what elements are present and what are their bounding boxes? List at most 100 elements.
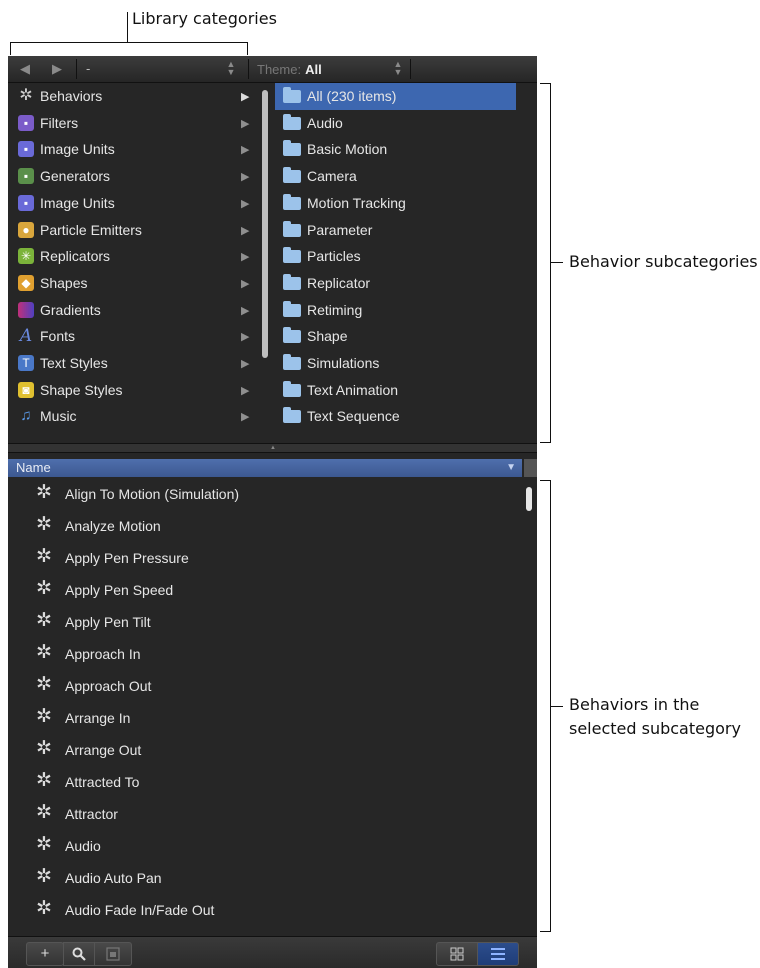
behaviors-list-tick — [551, 706, 563, 707]
gear-icon: ✲ — [36, 738, 52, 759]
behavior-subcategories-callout: Behavior subcategories — [569, 252, 758, 271]
folder-icon — [283, 193, 301, 210]
pane-divider[interactable]: ▲ — [8, 443, 537, 453]
behavior-list-item[interactable]: ✲ Arrange Out — [8, 734, 522, 766]
category-item[interactable]: T Text Styles ▶ — [8, 350, 270, 377]
category-item[interactable]: ♫ Music ▶ — [8, 403, 270, 430]
behavior-list-item[interactable]: ✲ Approach Out — [8, 670, 522, 702]
category-item[interactable]: ◆ Shapes ▶ — [8, 270, 270, 297]
behavior-list-scrollbar[interactable] — [526, 487, 532, 511]
category-scrollbar[interactable] — [262, 90, 268, 358]
apply-theme-button[interactable] — [94, 942, 132, 966]
behavior-list-item[interactable]: ✲ Audio Fade In/Fade Out — [8, 894, 522, 926]
behavior-list-item[interactable]: ✲ Approach In — [8, 638, 522, 670]
category-item[interactable]: ✲ Behaviors ▶ — [8, 83, 270, 110]
generators-icon: ▪ — [18, 168, 34, 185]
behaviors-list-callout-line2: selected subcategory — [569, 719, 741, 738]
music-note-icon: ♫ — [20, 407, 32, 425]
behavior-label: Audio Auto Pan — [65, 870, 162, 886]
subcategory-item[interactable]: Parameter — [275, 217, 516, 244]
disclosure-arrow-icon: ▶ — [241, 411, 250, 424]
category-label: Image Units — [40, 194, 115, 211]
gear-icon: ✲ — [36, 674, 52, 695]
subcategory-label: Text Sequence — [307, 408, 400, 425]
subcategory-label: All (230 items) — [307, 88, 397, 104]
disclosure-arrow-icon: ▶ — [241, 117, 250, 130]
search-button[interactable] — [63, 942, 95, 966]
behavior-list-item[interactable]: ✲ Apply Pen Speed — [8, 574, 522, 606]
grid-icon — [450, 947, 464, 961]
category-label: Text Styles — [40, 355, 108, 371]
gear-icon: ✲ — [36, 482, 52, 503]
forward-arrow-icon[interactable]: ▶ — [52, 62, 62, 76]
subcategory-item[interactable]: Camera — [275, 163, 516, 190]
behavior-list-item[interactable]: ✲ Attractor — [8, 798, 522, 830]
path-stepper-icon[interactable]: ▲ ▼ — [226, 60, 236, 77]
list-view-button[interactable] — [477, 942, 519, 966]
add-button[interactable]: + — [26, 942, 64, 966]
behavior-label: Audio — [65, 838, 101, 854]
disclosure-arrow-icon: ▶ — [241, 384, 250, 397]
subcategory-item[interactable]: Retiming — [275, 297, 516, 324]
behavior-list-item[interactable]: ✲ Analyze Motion — [8, 510, 522, 542]
category-label: Filters — [40, 114, 79, 131]
gradient-icon — [18, 301, 34, 318]
library-categories-pointer — [127, 12, 128, 42]
behavior-list-item[interactable]: ✲ Audio Auto Pan — [8, 862, 522, 894]
category-item[interactable]: ▪ Generators ▶ — [8, 163, 270, 190]
category-item[interactable]: ▪ Filters ▶ — [8, 110, 270, 137]
text-style-icon: T — [18, 355, 34, 371]
behavior-label: Audio Fade In/Fade Out — [65, 902, 215, 918]
sort-down-icon[interactable]: ▼ — [506, 462, 516, 473]
theme-popup[interactable]: Theme: All — [257, 62, 322, 77]
subcategory-item[interactable]: Basic Motion — [275, 136, 516, 163]
category-item[interactable]: Gradients ▶ — [8, 297, 270, 324]
behavior-label: Approach In — [65, 646, 141, 662]
category-item[interactable]: ◙ Shape Styles ▶ — [8, 377, 270, 404]
behavior-list-item[interactable]: ✲ Arrange In — [8, 702, 522, 734]
behavior-label: Analyze Motion — [65, 518, 161, 534]
category-item[interactable]: ✳ Replicators ▶ — [8, 243, 270, 270]
subcategory-item[interactable]: Shape — [275, 323, 516, 350]
theme-value: All — [305, 62, 322, 77]
library-toolbar: ◀ ▶ - ▲ ▼ Theme: All ▲ ▼ — [8, 56, 537, 83]
divider-grip-icon[interactable]: ▲ — [270, 445, 276, 451]
behavior-label: Apply Pen Tilt — [65, 614, 151, 630]
folder-icon — [283, 140, 301, 157]
subcategory-item[interactable]: Text Sequence — [275, 403, 516, 430]
category-item[interactable]: A Fonts ▶ — [8, 323, 270, 350]
subcategory-item[interactable]: All (230 items) — [275, 83, 516, 110]
behavior-list-item[interactable]: ✲ Apply Pen Tilt — [8, 606, 522, 638]
subcategory-item[interactable]: Audio — [275, 110, 516, 137]
icon-view-button[interactable] — [436, 942, 478, 966]
subcategory-item[interactable]: Replicator — [275, 270, 516, 297]
behavior-list-item[interactable]: ✲ Apply Pen Pressure — [8, 542, 522, 574]
category-label: Image Units — [40, 141, 115, 158]
behavior-label: Apply Pen Speed — [65, 582, 174, 598]
gear-icon: ✲ — [36, 866, 52, 887]
theme-label: Theme: — [257, 62, 302, 77]
behavior-list-item[interactable]: ✲ Audio — [8, 830, 522, 862]
back-arrow-icon[interactable]: ◀ — [20, 62, 30, 76]
behavior-list-item[interactable]: ✲ Attracted To — [8, 766, 522, 798]
gear-icon: ✲ — [36, 514, 52, 535]
category-label: Music — [40, 408, 77, 425]
category-item[interactable]: ▪ Image Units ▶ — [8, 190, 270, 217]
theme-stepper-icon[interactable]: ▲ ▼ — [393, 60, 403, 77]
folder-icon — [283, 327, 301, 344]
subcategory-item[interactable]: Simulations — [275, 350, 516, 377]
subcategory-item[interactable]: Text Animation — [275, 377, 516, 404]
category-item[interactable]: ● Particle Emitters ▶ — [8, 217, 270, 244]
subcategory-item[interactable]: Motion Tracking — [275, 190, 516, 217]
name-column-header[interactable]: Name ▼ — [8, 459, 522, 477]
path-popup-value[interactable]: - — [86, 61, 90, 76]
subcategory-label: Basic Motion — [307, 141, 388, 158]
subcategory-item[interactable]: Particles — [275, 243, 516, 270]
category-item[interactable]: ▪ Image Units ▶ — [8, 136, 270, 163]
behavior-list-item[interactable]: ✲ Align To Motion (Simulation) — [8, 478, 522, 510]
gear-icon: ✲ — [36, 898, 52, 919]
gear-icon: ✲ — [36, 610, 52, 631]
subcategory-label: Replicator — [307, 274, 371, 291]
toolbar-separator-2 — [248, 59, 249, 79]
disclosure-arrow-icon: ▶ — [241, 304, 250, 317]
